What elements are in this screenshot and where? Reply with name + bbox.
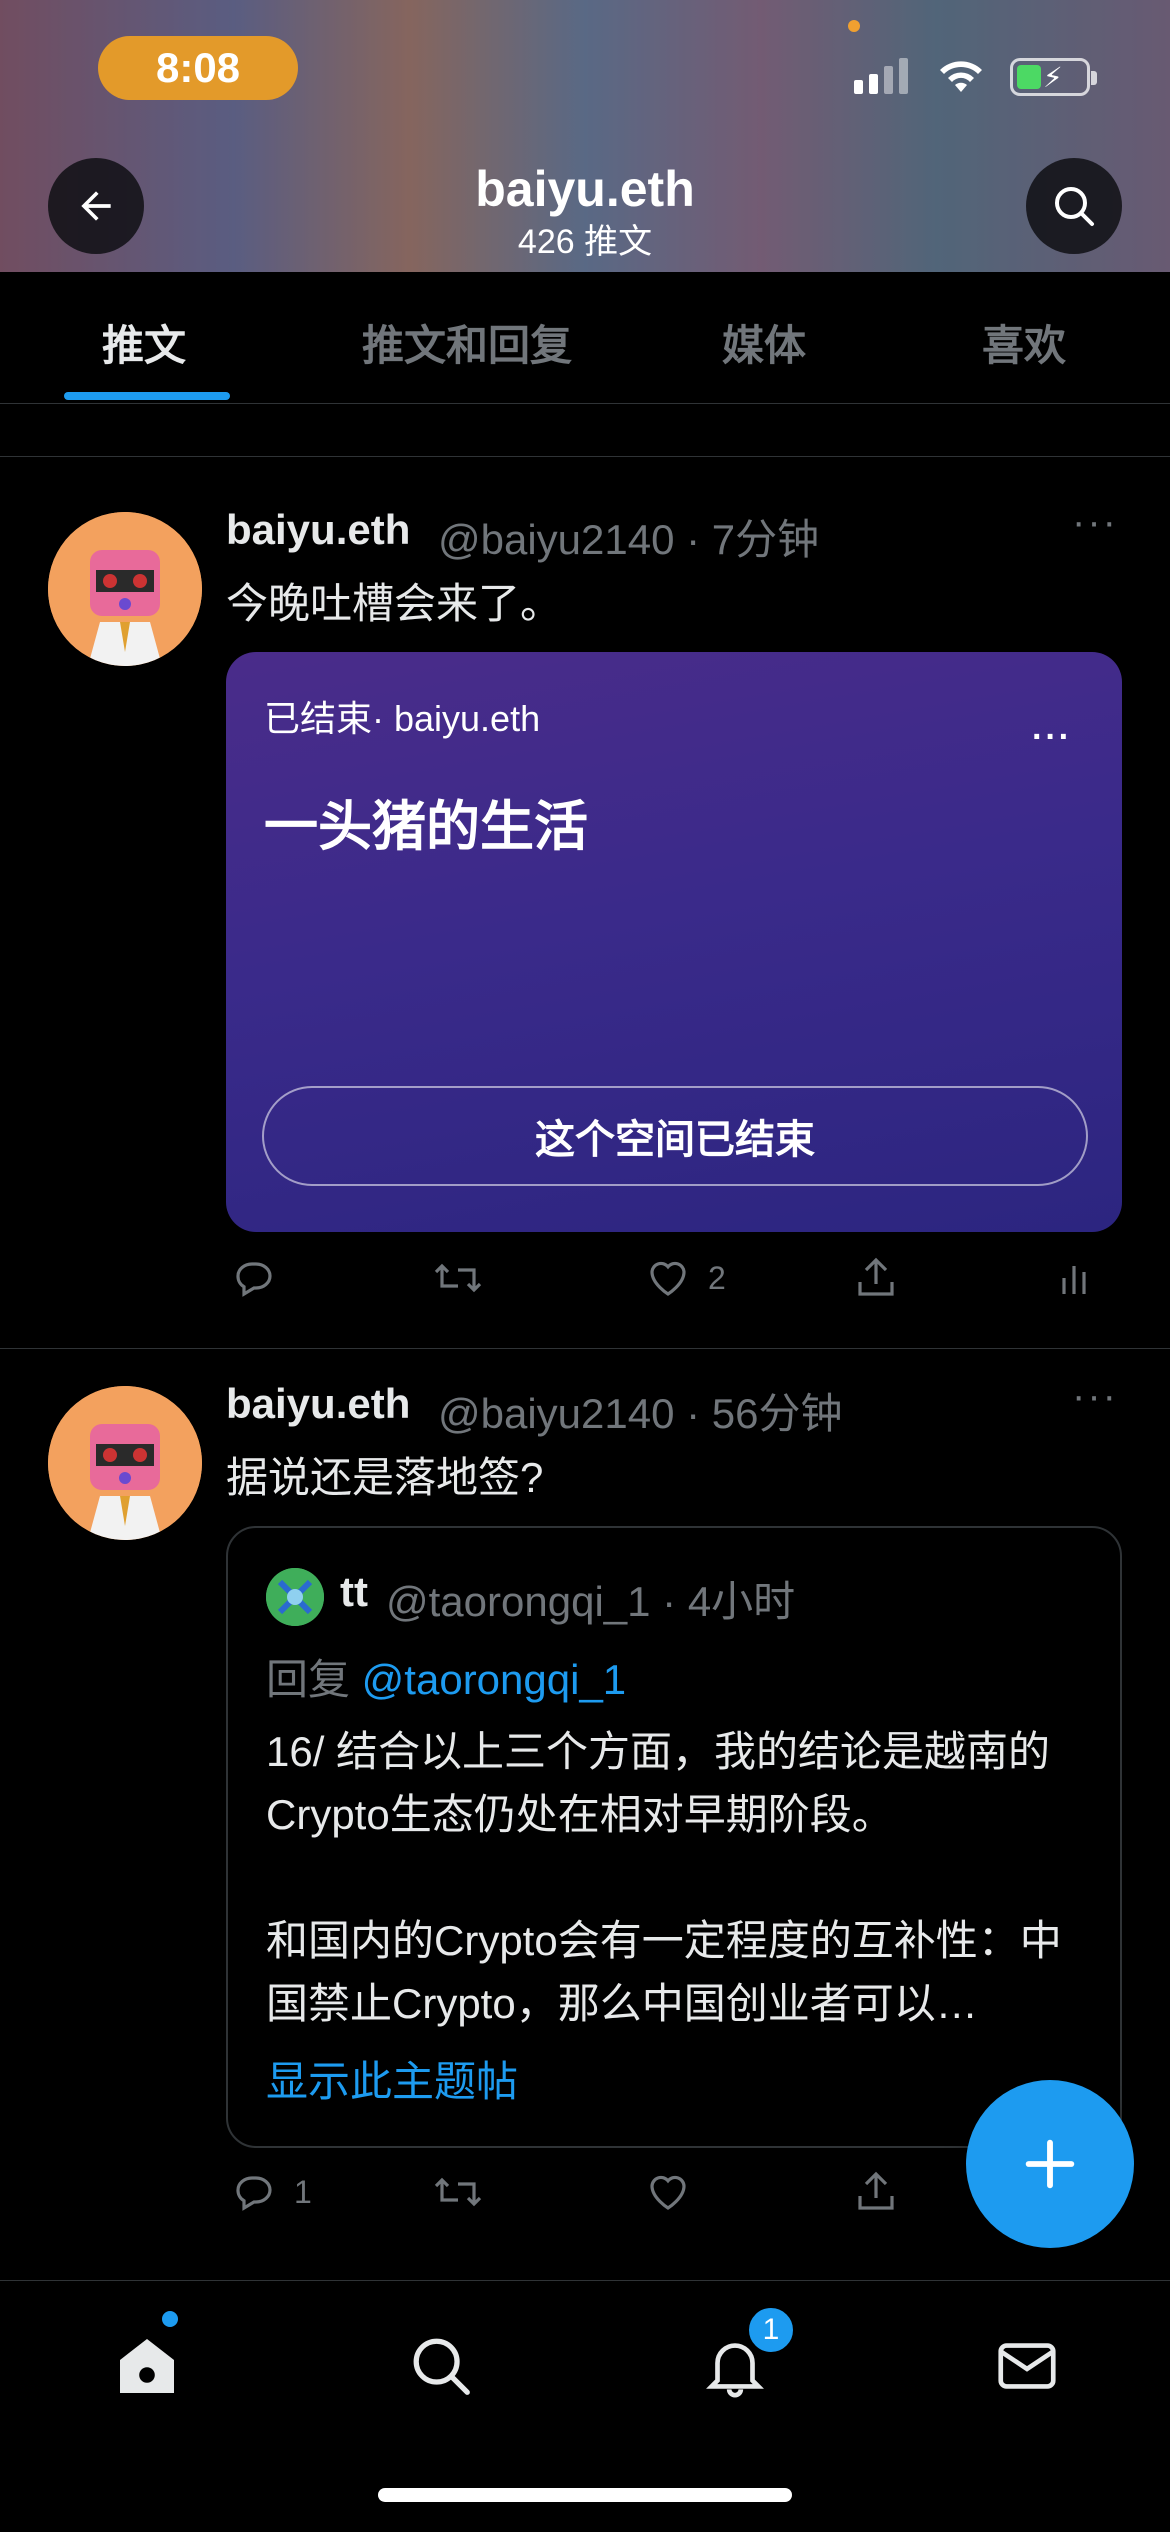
tweet-handle-time: @baiyu2140 · 7分钟 [438, 516, 820, 563]
tweet-actions: 2 [226, 1254, 1126, 1314]
space-ended-button[interactable]: 这个空间已结束 [262, 1086, 1088, 1186]
mail-icon [998, 2343, 1056, 2389]
retweet-button[interactable] [432, 1254, 484, 1302]
share-icon [858, 1257, 894, 1296]
nav-search[interactable] [396, 2321, 486, 2411]
quoted-author-name: tt [340, 1568, 368, 1615]
quoted-handle-time: @taorongqi_1 · 4小时 [386, 1578, 796, 1625]
quoted-tweet-card[interactable]: tt @taorongqi_1 · 4小时 回复 @taorongqi_1 16… [226, 1526, 1122, 2148]
battery-icon: ⚡ [1010, 58, 1097, 96]
nav-home[interactable] [102, 2321, 192, 2411]
search-button[interactable] [1026, 158, 1122, 254]
heart-icon [650, 2175, 686, 2210]
notification-badge: 1 [746, 2305, 796, 2355]
home-unread-dot [162, 2311, 178, 2327]
space-host: 已结束· baiyu.eth [264, 698, 541, 739]
tab-media[interactable]: 媒体 [722, 312, 806, 373]
cellular-signal-icon [854, 58, 908, 94]
tweet-text: 今晚吐槽会来了。 [226, 580, 563, 627]
reply-icon [236, 1262, 272, 1297]
reply-icon [236, 2176, 272, 2211]
reply-count: 1 [294, 2173, 312, 2210]
divider [0, 1348, 1170, 1349]
divider [0, 456, 1170, 457]
quoted-tweet-text: 16/ 结合以上三个方面，我的结论是越南的Crypto生态仍处在相对早期阶段。 … [266, 1728, 1062, 2027]
analytics-button[interactable] [1052, 1254, 1100, 1302]
reply-button[interactable] [230, 1254, 278, 1302]
plus-icon [1025, 2139, 1075, 2189]
home-indicator[interactable] [378, 2488, 792, 2502]
analytics-icon [1062, 1266, 1086, 1294]
search-icon [413, 2338, 470, 2395]
tweet-author-name[interactable]: baiyu.eth [226, 506, 410, 554]
tab-tweets[interactable]: 推文 [102, 312, 186, 373]
more-options-button[interactable]: ··· [1072, 500, 1118, 545]
status-time: 8:08 [98, 36, 298, 100]
share-button[interactable] [852, 2168, 900, 2216]
nav-messages[interactable] [982, 2321, 1072, 2411]
tweet-count: 426 推文 [517, 223, 653, 261]
avatar[interactable] [48, 512, 202, 666]
like-button[interactable]: 2 [644, 1254, 726, 1302]
home-icon [120, 2339, 174, 2393]
quoted-avatar[interactable] [266, 1568, 324, 1626]
search-icon [1055, 187, 1094, 226]
like-button[interactable] [644, 2168, 692, 2216]
retweet-button[interactable] [432, 2168, 484, 2216]
tab-likes[interactable]: 喜欢 [982, 312, 1066, 373]
more-options-button[interactable]: ··· [1072, 1374, 1118, 1419]
avatar-image [48, 512, 202, 666]
tweet-text: 据说还是落地签? [226, 1454, 544, 1501]
privacy-indicator-dot [848, 20, 860, 32]
show-thread-link[interactable]: 显示此主题帖 [266, 2048, 518, 2109]
retweet-icon [434, 1263, 482, 1293]
retweet-icon [434, 2177, 482, 2207]
reply-context: 回复 @taorongqi_1 [266, 1646, 626, 1707]
avatar[interactable] [48, 1386, 202, 1540]
profile-header: 8:08 ⚡ baiyu.eth 426 推文 [0, 0, 1170, 272]
profile-tabs: 推文 推文和回复 媒体 喜欢 [0, 272, 1170, 404]
reply-mention-link[interactable]: @taorongqi_1 [362, 1656, 627, 1703]
profile-name-title: baiyu.eth [475, 161, 695, 217]
reply-prefix: 回复 [266, 1656, 362, 1703]
like-count: 2 [708, 1259, 726, 1296]
tweet-author-name[interactable]: baiyu.eth [226, 1380, 410, 1428]
tweet-handle-time: @baiyu2140 · 56分钟 [438, 1390, 843, 1437]
tab-tweets-and-replies[interactable]: 推文和回复 [362, 312, 572, 373]
compose-tweet-button[interactable] [966, 2080, 1134, 2248]
share-button[interactable] [852, 1254, 900, 1302]
share-icon [858, 2171, 894, 2210]
avatar-image [48, 1386, 202, 1540]
heart-icon [650, 1261, 686, 1296]
space-title: 一头猪的生活 [264, 797, 588, 857]
quoted-avatar-image [266, 1568, 324, 1626]
wifi-icon [940, 61, 982, 92]
active-tab-indicator [64, 392, 230, 400]
reply-button[interactable]: 1 [230, 2168, 312, 2216]
space-card[interactable]: 已结束· baiyu.eth ··· 一头猪的生活 这个空间已结束 [226, 652, 1122, 1232]
space-more-button[interactable]: ··· [1032, 718, 1072, 757]
